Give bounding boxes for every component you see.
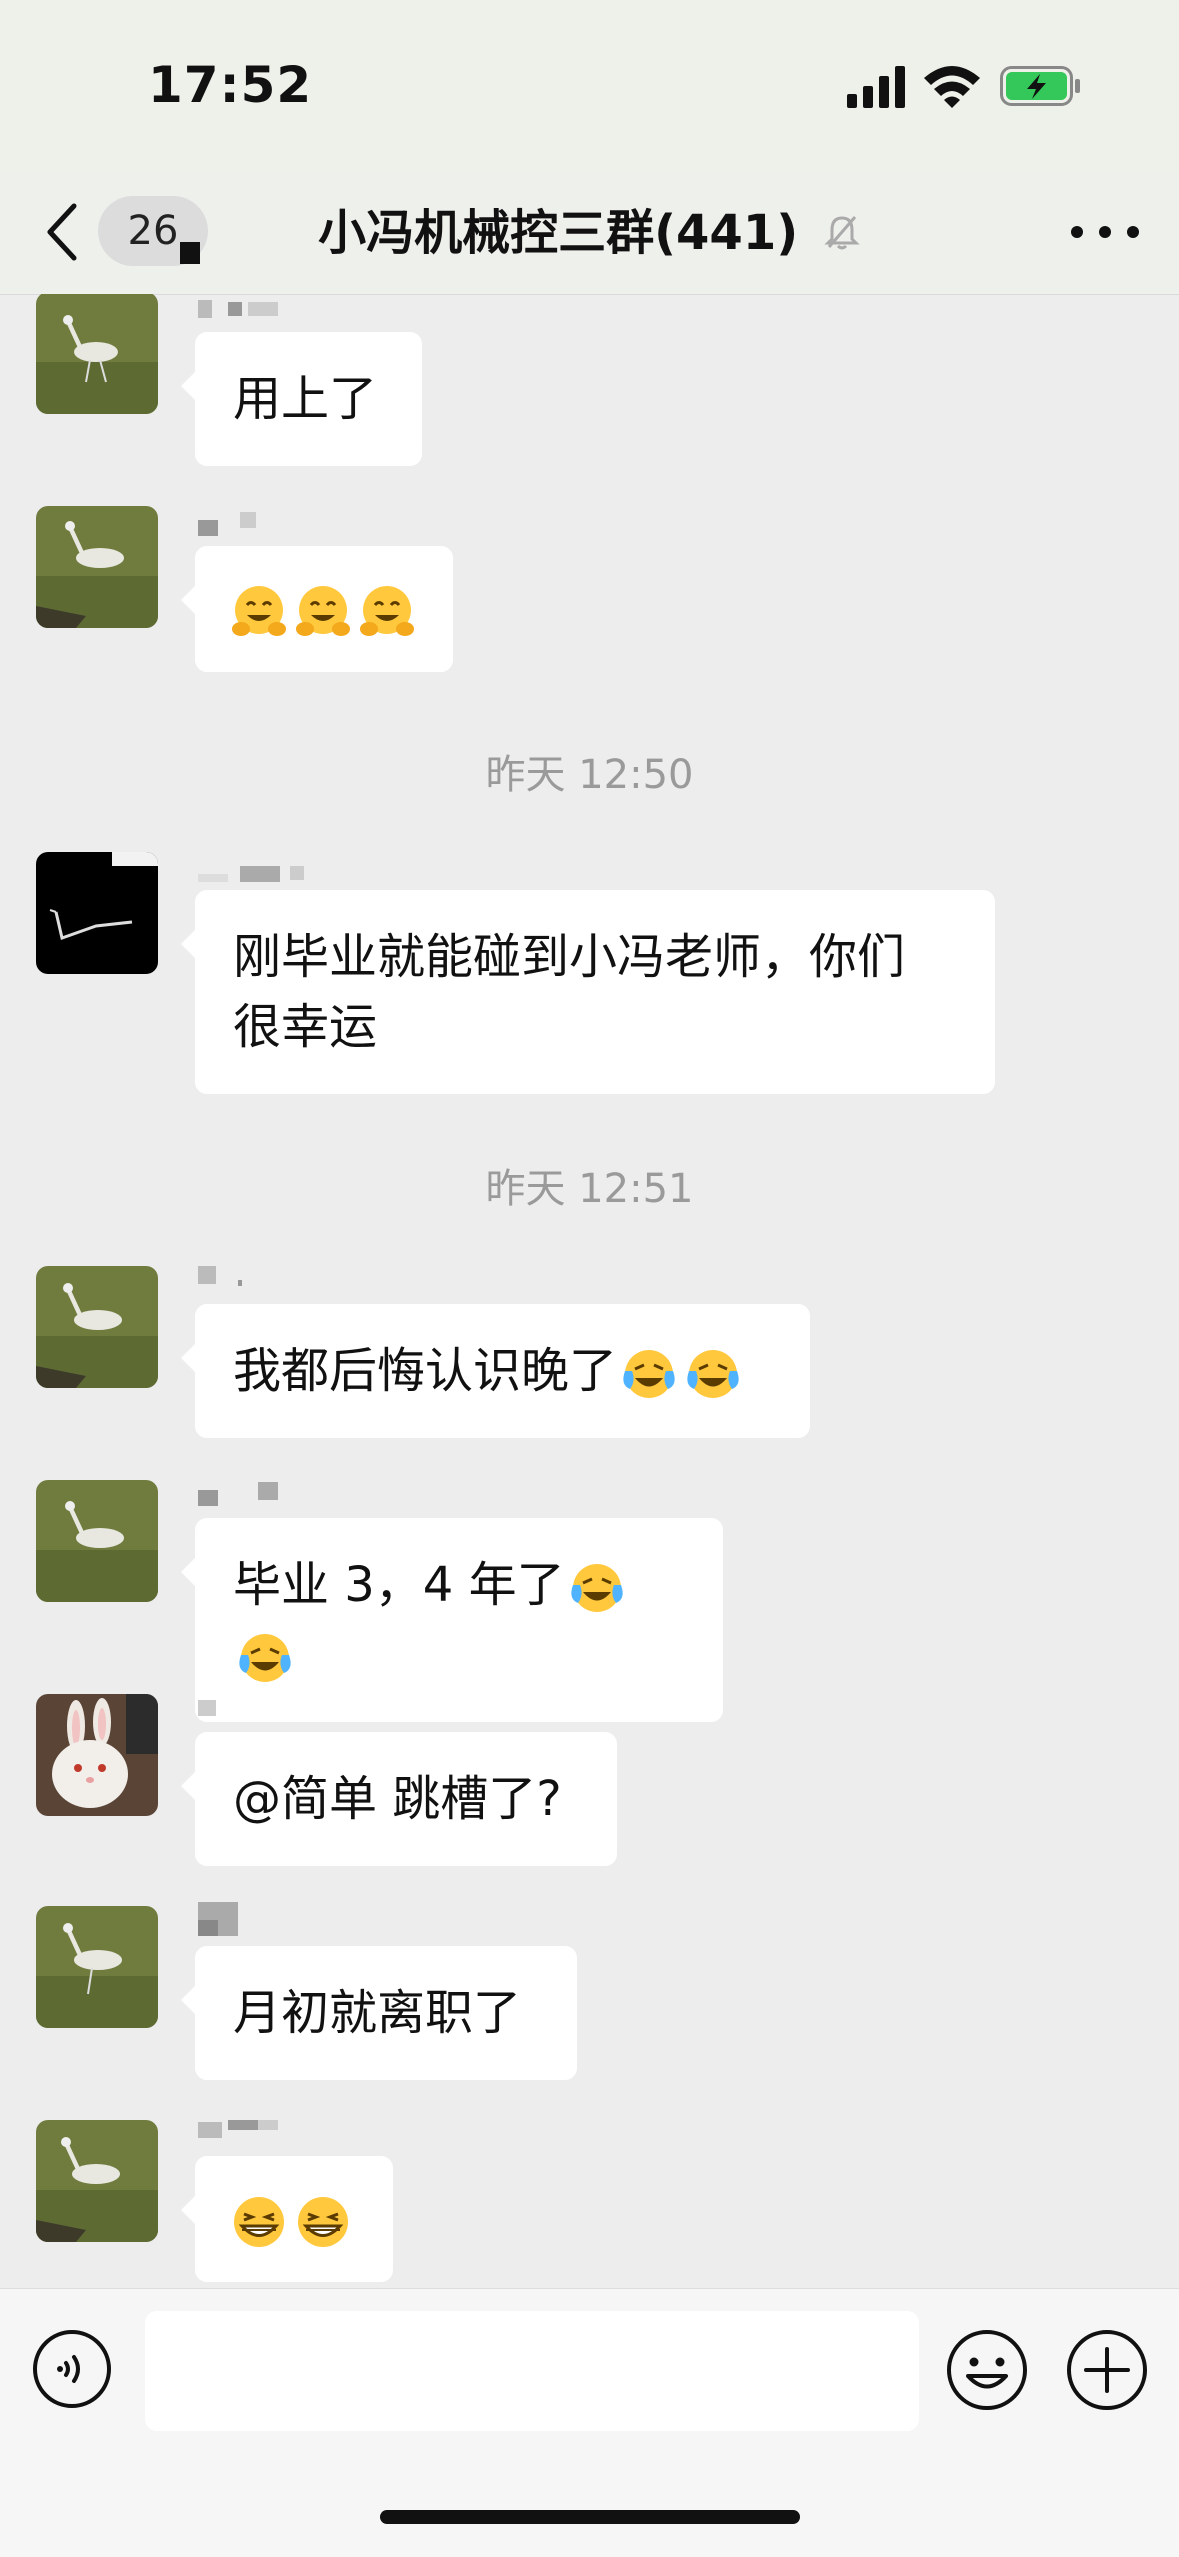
- avatar[interactable]: [36, 1906, 158, 2028]
- avatar[interactable]: [36, 294, 158, 414]
- message-bubble[interactable]: 用上了: [181, 332, 422, 466]
- crying-laughing-emoji-icon: [623, 1350, 675, 1398]
- chat-header: 26 小冯机械控三群(441): [0, 170, 1179, 295]
- message-text: 月初就离职了: [233, 1985, 522, 2041]
- avatar[interactable]: [36, 1694, 158, 1816]
- message-text: 毕业 3，4 年了: [233, 1557, 565, 1613]
- message-bubble[interactable]: 刚毕业就能碰到小冯老师，你们 很幸运: [181, 890, 995, 1094]
- sender-name-redacted: [198, 512, 256, 536]
- hugging-face-emoji-icon: [232, 586, 286, 636]
- crying-laughing-emoji-icon: [239, 1634, 291, 1682]
- chat-title: 小冯机械控三群(441): [0, 198, 1179, 268]
- avatar[interactable]: [36, 1266, 158, 1388]
- bird-on-grass-avatar-image: [36, 1906, 158, 2028]
- message-text: @简单 跳槽了?: [233, 1771, 562, 1827]
- message-bubble[interactable]: @简单 跳槽了?: [181, 1732, 617, 1866]
- hugging-face-emoji-icon: [296, 586, 350, 636]
- bird-on-grass-avatar-image: [36, 294, 158, 414]
- bird-on-grass-avatar-image: [36, 506, 158, 628]
- emoji-group: [227, 2191, 355, 2247]
- message-bubble[interactable]: [181, 2156, 393, 2282]
- message-text: 我都后悔认识晚了: [233, 1343, 618, 1399]
- message-text-line: 很幸运: [233, 999, 378, 1055]
- message-bubble[interactable]: [181, 546, 453, 672]
- emoji-group: [227, 581, 419, 637]
- hugging-face-emoji-icon: [360, 586, 414, 636]
- sender-name-redacted: [198, 1266, 242, 1286]
- crying-laughing-emoji-icon: [570, 1564, 623, 1612]
- smile-icon[interactable]: [946, 2329, 1028, 2411]
- more-horizontal-icon[interactable]: [1065, 212, 1145, 252]
- avatar[interactable]: [36, 2120, 158, 2242]
- home-indicator[interactable]: [380, 2510, 800, 2524]
- avatar[interactable]: [36, 506, 158, 628]
- battery-charging-icon: [1000, 66, 1080, 106]
- message-bubble[interactable]: 毕业 3，4 年了: [181, 1518, 723, 1722]
- avatar[interactable]: [36, 852, 158, 974]
- bell-off-icon: [824, 216, 860, 250]
- white-rabbit-avatar-image: [36, 1694, 158, 1816]
- status-time: 17:52: [148, 56, 313, 114]
- bird-on-grass-avatar-image: [36, 1480, 158, 1602]
- plus-circle-icon[interactable]: [1066, 2329, 1148, 2411]
- message-input[interactable]: [145, 2311, 919, 2431]
- sender-name-redacted: [198, 2120, 278, 2138]
- chat-title-text: 小冯机械控三群(441): [318, 205, 799, 261]
- grinning-squinting-emoji-icon: [234, 2197, 284, 2247]
- timestamp: 昨天 12:50: [485, 752, 694, 798]
- sender-name-redacted: [198, 866, 304, 882]
- bird-on-grass-avatar-image: [36, 2120, 158, 2242]
- avatar[interactable]: [36, 1480, 158, 1602]
- message-bubble[interactable]: 我都后悔认识晚了: [181, 1304, 810, 1438]
- grinning-squinting-emoji-icon: [298, 2197, 348, 2247]
- sender-name-redacted: [198, 300, 278, 318]
- message-list[interactable]: 用上了 昨天 12:50 刚毕业就能碰到小冯老师，你们 很幸运 昨天 12:51…: [0, 294, 1179, 2288]
- message-text-line: 刚毕业就能碰到小冯老师，你们: [233, 929, 906, 985]
- dark-avatar-image: [36, 852, 158, 974]
- bird-on-grass-avatar-image: [36, 1266, 158, 1388]
- sender-name-redacted: [198, 1700, 216, 1716]
- sender-name-redacted: [198, 1482, 278, 1506]
- timestamp: 昨天 12:51: [485, 1166, 694, 1212]
- crying-laughing-emoji-icon: [687, 1350, 739, 1398]
- cellular-signal-icon: [847, 66, 905, 108]
- voice-icon[interactable]: [32, 2329, 112, 2409]
- status-bar: 17:52: [0, 0, 1179, 170]
- message-text: 用上了: [233, 371, 378, 427]
- sender-name-redacted: [198, 1902, 238, 1936]
- wifi-icon: [924, 66, 980, 108]
- message-bubble[interactable]: 月初就离职了: [181, 1946, 577, 2080]
